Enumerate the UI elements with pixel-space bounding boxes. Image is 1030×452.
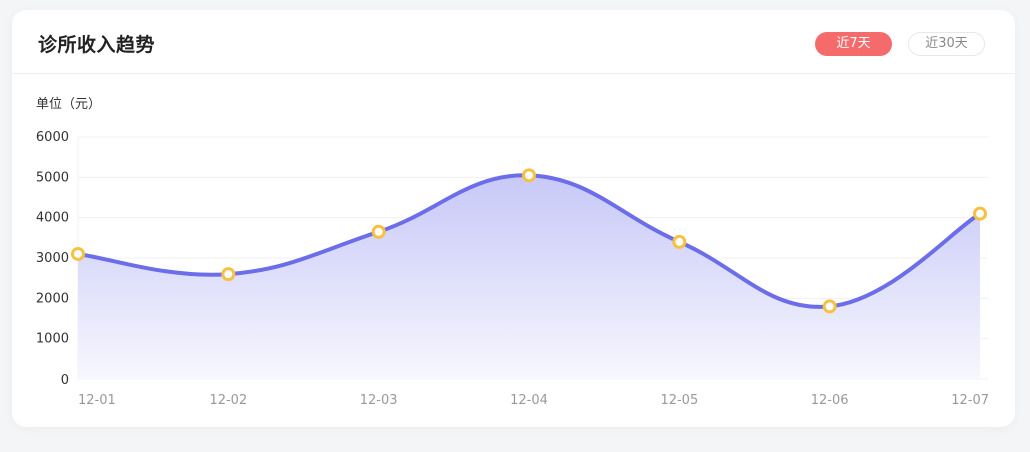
y-tick-label: 4000 (36, 211, 69, 226)
data-point[interactable] (221, 267, 236, 282)
y-tick-label: 5000 (36, 170, 69, 185)
x-tick-label: 12-04 (510, 393, 548, 408)
area-fill (78, 175, 980, 379)
data-point[interactable] (371, 224, 386, 239)
y-tick-label: 3000 (36, 251, 69, 266)
y-tick-label: 1000 (36, 332, 69, 347)
y-tick-label: 6000 (36, 130, 69, 145)
data-point[interactable] (522, 168, 536, 183)
data-point[interactable] (973, 206, 987, 221)
x-tick-label: 12-06 (811, 393, 849, 408)
y-axis-ticks: 6000 5000 4000 3000 2000 1000 0 (36, 130, 69, 388)
x-tick-label: 12-03 (360, 393, 398, 408)
x-axis-ticks: 12-01 12-02 12-03 12-04 12-05 12-06 12-07 (78, 393, 989, 408)
revenue-trend-card: 诊所收入趋势 近7天 近30天 单位（元） 6000 5000 4000 3000 20… (12, 10, 1015, 427)
x-tick-label: 12-05 (660, 393, 698, 408)
y-tick-label: 0 (61, 373, 69, 388)
data-point[interactable] (822, 299, 837, 314)
data-point[interactable] (71, 246, 85, 261)
x-tick-label: 12-02 (209, 393, 247, 408)
data-point[interactable] (672, 234, 687, 249)
x-tick-label: 12-01 (78, 393, 116, 408)
area-chart: 6000500040003000200010000 12-01 12-02 12-0… (36, 130, 989, 408)
x-tick-label: 12-07 (951, 393, 989, 408)
y-tick-label: 2000 (36, 291, 69, 306)
